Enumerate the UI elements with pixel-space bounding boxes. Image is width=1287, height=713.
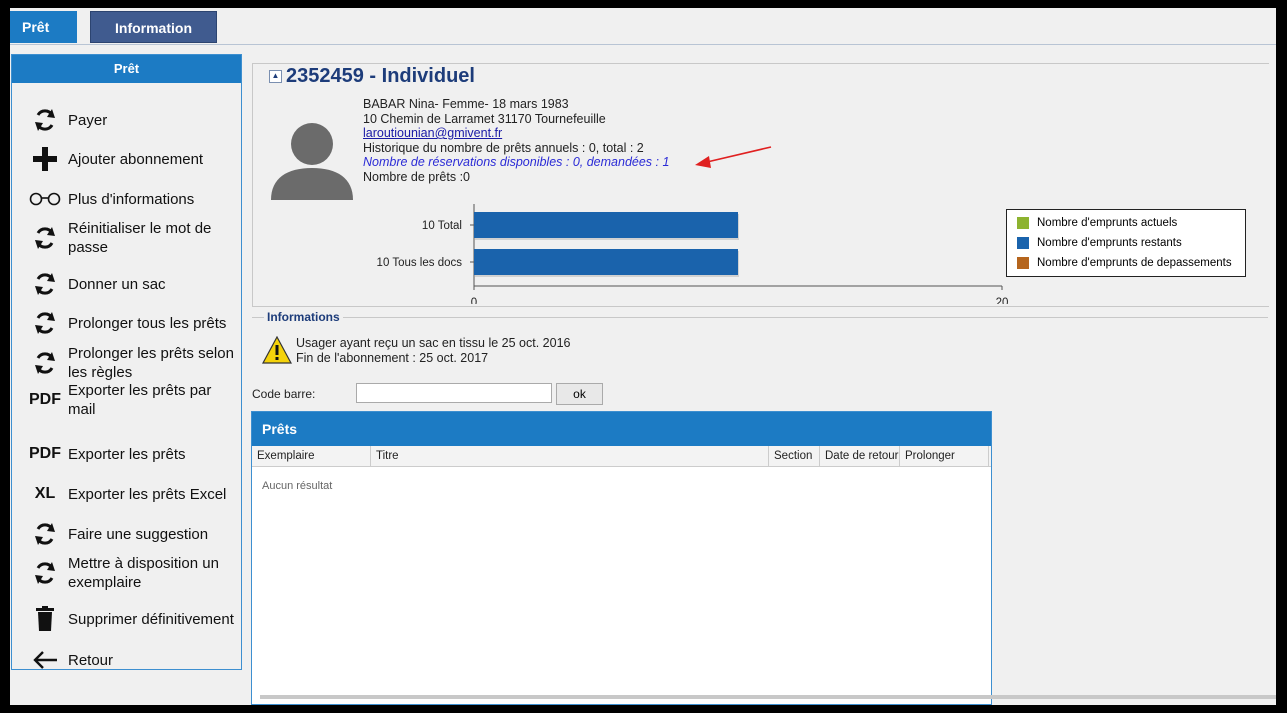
column-prolonger[interactable]: Prolonger: [900, 446, 989, 466]
sidebar-item-label: Donner un sac: [68, 275, 166, 293]
category-label: 10 Total: [422, 220, 462, 232]
sidebar-item-label: Supprimer définitivement: [68, 610, 234, 628]
sidebar-item-label: Faire une suggestion: [68, 525, 209, 543]
legend-swatch: [1017, 217, 1029, 229]
legend-item[interactable]: Nombre d'emprunts actuels: [1017, 217, 1177, 229]
loan-count: Nombre de prêts :0: [363, 169, 470, 184]
legend-item[interactable]: Nombre d'emprunts restants: [1017, 237, 1182, 249]
sidebar-item-label: Prolonger tous les prêts: [68, 314, 227, 332]
refresh-icon: [26, 271, 64, 297]
refresh-icon: [26, 521, 64, 547]
refresh-icon: [26, 350, 64, 376]
info-line-bag: Usager ayant reçu un sac en tissu le 25 …: [296, 336, 571, 350]
sidebar-item-13[interactable]: Retour: [12, 645, 241, 675]
sidebar-item-7[interactable]: PDF Exporter les prêts par mail: [12, 379, 241, 421]
legend-swatch: [1017, 257, 1029, 269]
x-tick-label: 20: [996, 297, 1009, 304]
refresh-icon: [26, 107, 64, 133]
informations-legend: Informations: [264, 310, 343, 324]
column-date-retour[interactable]: Date de retour: [820, 446, 900, 466]
tab-pret[interactable]: Prêt: [10, 11, 77, 43]
informations-panel: Informations Usager ayant reçu un sac en…: [252, 310, 1268, 370]
glasses-icon: [26, 192, 64, 206]
sidebar-item-label: Exporter les prêts Excel: [68, 485, 227, 503]
user-identity: BABAR Nina- Femme- 18 mars 1983: [363, 97, 569, 111]
reservations-info: Nombre de réservations disponibles : 0, …: [363, 155, 670, 169]
sidebar-item-3[interactable]: Réinitialiser le mot de passe: [12, 217, 241, 259]
collapse-button[interactable]: ▲: [269, 70, 282, 83]
red-arrow-annotation: [695, 146, 772, 168]
application-window: Prêt Information Prêt Payer Ajouter abonn…: [10, 8, 1276, 705]
arrow-left-icon: [26, 650, 64, 670]
column-section[interactable]: Section: [769, 446, 820, 466]
sidebar-item-9[interactable]: XL Exporter les prêts Excel: [12, 479, 241, 509]
barcode-input[interactable]: [356, 383, 552, 403]
refresh-icon: [26, 560, 64, 586]
page-title: 2352459 - Individuel: [286, 65, 479, 88]
sidebar-item-label: Ajouter abonnement: [68, 150, 204, 168]
legend-label: Nombre d'emprunts actuels: [1037, 217, 1178, 229]
plus-icon: [26, 146, 64, 172]
legend-item[interactable]: Nombre d'emprunts de depassements: [1017, 257, 1232, 269]
main-content: ▲ 2352459 - Individuel BABAR Nina- Femme…: [250, 46, 1276, 705]
legend-label: Nombre d'emprunts de depassements: [1037, 257, 1232, 269]
sidebar-item-label: Plus d'informations: [68, 190, 195, 208]
chart-legend: Nombre d'emprunts actuels Nombre d'emprun…: [1006, 209, 1246, 277]
sidebar-item-1[interactable]: Ajouter abonnement: [12, 144, 241, 174]
ok-button[interactable]: ok: [556, 383, 603, 405]
sidebar-item-label: Retour: [68, 651, 114, 669]
loans-bar-chart: 10 Total 10 Tous les docs 0 20: [377, 204, 1009, 304]
user-email-link[interactable]: laroutiounian@gmivent.fr: [363, 126, 669, 141]
informations-text: Usager ayant reçu un sac en tissu le 25 …: [296, 336, 570, 365]
pdf-icon: PDF: [29, 391, 61, 408]
x-tick-label: 0: [471, 297, 477, 304]
horizontal-scrollbar[interactable]: [260, 695, 1276, 699]
refresh-icon: [26, 225, 64, 251]
bar-restants: [474, 249, 738, 275]
category-label: 10 Tous les docs: [377, 257, 463, 269]
legend-swatch: [1017, 237, 1029, 249]
tab-information[interactable]: Information: [90, 11, 217, 43]
sidebar-header: Prêt: [12, 55, 241, 83]
sidebar: Prêt Payer Ajouter abonnement Plus d'infor…: [11, 54, 242, 670]
sidebar-item-11[interactable]: Mettre à disposition un exemplaire: [12, 552, 241, 594]
sidebar-item-0[interactable]: Payer: [12, 105, 241, 135]
sidebar-item-8[interactable]: PDF Exporter les prêts: [12, 439, 241, 469]
column-titre[interactable]: Titre: [371, 446, 769, 466]
sidebar-item-label: Exporter les prêts: [68, 445, 186, 463]
loans-table-header: Exemplaire Titre Section Date de retour …: [252, 446, 991, 467]
sidebar-item-6[interactable]: Prolonger les prêts selon les règles: [12, 342, 241, 384]
loans-panel: Prêts Exemplaire Titre Section Date de r…: [251, 411, 992, 705]
top-tab-bar: Prêt Information: [10, 8, 1276, 45]
trash-icon: [26, 606, 64, 632]
sidebar-item-label: Prolonger les prêts selon les règles: [68, 345, 234, 381]
user-details: BABAR Nina- Femme- 18 mars 1983 10 Chemi…: [363, 97, 669, 184]
sidebar-item-2[interactable]: Plus d'informations: [12, 184, 241, 214]
xl-icon: XL: [34, 485, 56, 502]
sidebar-item-label: Réinitialiser le mot de passe: [68, 220, 212, 256]
sidebar-item-label: Exporter les prêts par mail: [68, 382, 212, 418]
column-exemplaire[interactable]: Exemplaire: [252, 446, 371, 466]
pdf-icon: PDF: [29, 445, 61, 462]
barcode-label: Code barre:: [252, 387, 316, 401]
user-address: 10 Chemin de Larramet 31170 Tournefeuill…: [363, 111, 606, 126]
sidebar-item-12[interactable]: Supprimer définitivement: [12, 598, 241, 640]
sidebar-item-10[interactable]: Faire une suggestion: [12, 519, 241, 549]
legend-label: Nombre d'emprunts restants: [1037, 237, 1182, 249]
info-line-subscription: Fin de l'abonnement : 25 oct. 2017: [296, 350, 489, 365]
empty-result-text: Aucun résultat: [262, 480, 333, 492]
warning-icon: [262, 336, 292, 364]
refresh-icon: [26, 310, 64, 336]
sidebar-item-4[interactable]: Donner un sac: [12, 269, 241, 299]
sidebar-item-label: Mettre à disposition un exemplaire: [68, 555, 219, 591]
user-panel: ▲ 2352459 - Individuel BABAR Nina- Femme…: [252, 63, 1269, 307]
sidebar-item-label: Payer: [68, 111, 108, 129]
bar-restants: [474, 212, 738, 238]
avatar-icon: [271, 123, 353, 200]
loans-panel-title: Prêts: [252, 412, 991, 446]
loan-history: Historique du nombre de prêts annuels : …: [363, 140, 644, 155]
sidebar-item-5[interactable]: Prolonger tous les prêts: [12, 308, 241, 338]
